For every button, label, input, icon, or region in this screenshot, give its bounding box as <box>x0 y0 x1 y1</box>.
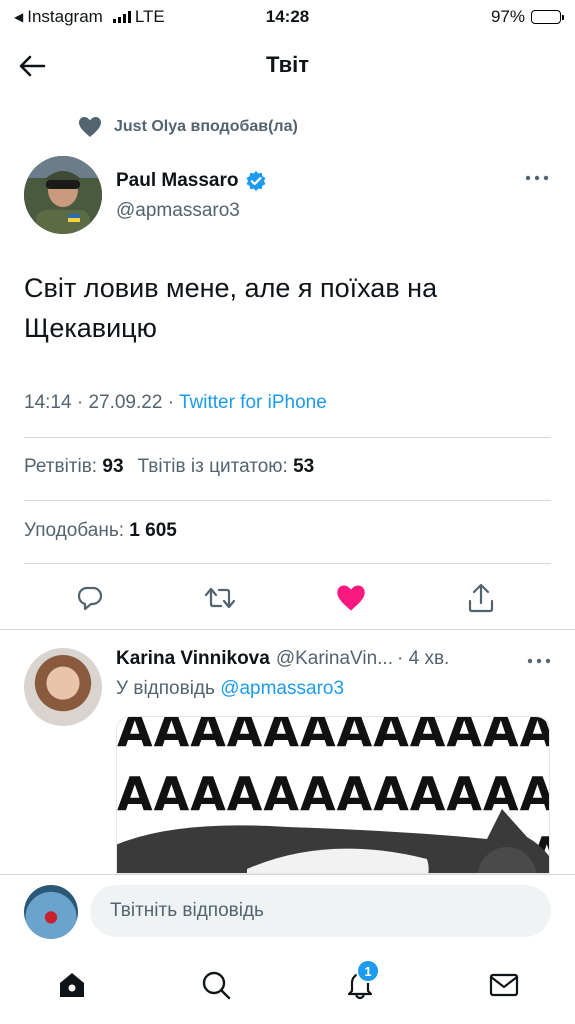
status-left[interactable]: ◀ Instagram LTE <box>14 7 165 27</box>
heart-icon <box>79 117 101 137</box>
heart-filled-icon <box>337 585 365 611</box>
likes-stat[interactable]: Уподобань: 1 605 <box>24 520 177 542</box>
tab-messages[interactable] <box>484 965 524 1005</box>
tab-notifications[interactable]: 1 <box>340 959 380 1005</box>
share-icon <box>468 583 494 613</box>
page-title: Твіт <box>265 52 309 77</box>
envelope-icon <box>489 973 519 997</box>
divider <box>24 437 551 438</box>
share-button[interactable] <box>463 580 499 616</box>
retweets-label: Ретвітів: <box>24 456 98 477</box>
reply-author-handle[interactable]: @KarinaVin... <box>276 648 393 670</box>
status-right: 97% <box>490 7 564 27</box>
retweet-button[interactable] <box>202 580 238 616</box>
reply-button[interactable] <box>72 580 108 616</box>
retweets-stat[interactable]: Ретвітів: 93 <box>24 456 124 478</box>
reply-composer: Твітніть відповідь <box>0 874 575 954</box>
arrow-left-icon <box>19 55 46 77</box>
social-context[interactable]: Just Olya вподобав(ла) <box>78 116 298 138</box>
reply-more-button[interactable] <box>527 648 551 670</box>
more-options-button[interactable] <box>523 168 551 188</box>
likes-count: 1 605 <box>129 520 177 541</box>
divider <box>24 563 551 564</box>
current-user-avatar[interactable] <box>24 885 78 939</box>
reply-time: · 4 хв. <box>397 648 450 669</box>
more-horizontal-icon <box>525 175 549 181</box>
tab-search[interactable] <box>196 965 236 1005</box>
quotes-label: Твітів із цитатою: <box>137 456 288 477</box>
cat-image <box>117 809 549 873</box>
section-divider <box>0 629 575 630</box>
tweet-author: Paul Massaro @apmassaro3 <box>24 156 551 236</box>
media-text-row: AAAAAAAAAAAAA <box>117 716 550 757</box>
avatar-image <box>24 156 102 234</box>
tab-home[interactable] <box>52 965 92 1005</box>
author-handle[interactable]: @apmassaro3 <box>116 200 240 222</box>
tweet-date: 27.09.22 <box>88 392 163 413</box>
meta-separator: · <box>76 392 89 413</box>
reply-header: Karina Vinnikova @KarinaVin... · 4 хв. <box>116 648 551 670</box>
reply-author-avatar[interactable] <box>24 648 102 726</box>
verified-badge-icon <box>246 171 265 191</box>
status-bar: ◀ Instagram LTE 14:28 97% <box>0 0 575 34</box>
divider <box>24 500 551 501</box>
reply-input[interactable]: Твітніть відповідь <box>90 885 551 937</box>
likes-label: Уподобань: <box>24 520 124 541</box>
tweet-stats-row: Ретвітів: 93 Твітів із цитатою: 53 <box>24 456 314 478</box>
bottom-tab-bar: 1 <box>0 955 575 1024</box>
back-to-app-icon: ◀ <box>14 10 24 24</box>
author-avatar[interactable] <box>24 156 102 234</box>
search-icon <box>202 971 231 1000</box>
signal-icon <box>112 11 131 23</box>
reply-to-mention[interactable]: @apmassaro3 <box>220 678 344 699</box>
author-name: Paul Massaro <box>116 170 239 191</box>
tweet-text: Світ ловив мене, але я поїхав на Щекавиц… <box>24 273 438 343</box>
more-horizontal-icon <box>527 658 551 664</box>
home-icon <box>60 973 84 997</box>
reply-media[interactable]: AAAAAAAAAAAAA AAAAAAAAAAAAA A <box>116 716 550 874</box>
reply-icon <box>77 586 103 611</box>
retweets-count: 93 <box>102 456 124 477</box>
notifications-badge: 1 <box>356 959 380 983</box>
reply-author-name[interactable]: Karina Vinnikova <box>116 648 270 670</box>
tweet-source-link[interactable]: Twitter for iPhone <box>179 392 327 413</box>
quotes-count: 53 <box>293 456 315 477</box>
reply-to-context: У відповідь @apmassaro3 <box>116 678 344 700</box>
battery-icon <box>531 10 564 24</box>
top-app-bar: Твіт <box>0 40 575 90</box>
quotes-stat[interactable]: Твітів із цитатою: 53 <box>138 456 315 478</box>
social-context-text: Just Olya вподобав(ла) <box>114 118 298 135</box>
meta-separator: · <box>167 392 179 413</box>
reply-to-prefix: У відповідь <box>116 678 215 699</box>
battery-percent: 97% <box>490 7 525 26</box>
author-name-row[interactable]: Paul Massaro <box>116 170 267 192</box>
tweet-time: 14:14 <box>24 392 72 413</box>
like-button[interactable] <box>333 580 369 616</box>
tweet-actions <box>24 580 551 616</box>
back-button[interactable] <box>14 48 50 84</box>
network-label: LTE <box>134 7 165 26</box>
retweet-icon <box>204 587 236 609</box>
carrier-label: Instagram <box>27 7 103 26</box>
tweet-meta: 14:14 · 27.09.22 · Twitter for iPhone <box>24 392 327 414</box>
